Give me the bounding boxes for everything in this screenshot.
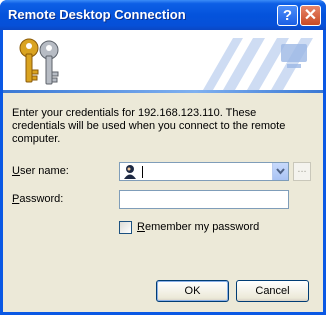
browse-accounts-button[interactable]: ...	[293, 162, 311, 181]
prompt-line-1: Enter your credentials for 192.168.123.1…	[12, 107, 257, 119]
banner-logo-watermark	[203, 38, 313, 90]
remember-password-checkbox[interactable]	[119, 221, 132, 234]
window-title: Remote Desktop Connection	[8, 7, 186, 22]
username-label-accesskey: U	[12, 165, 20, 177]
ok-button[interactable]: OK	[156, 280, 229, 302]
remember-password-label[interactable]: Remember my password	[137, 221, 259, 233]
dialog-body: Enter your credentials for 192.168.123.1…	[3, 30, 323, 312]
text-caret	[142, 166, 143, 178]
close-button[interactable]: ✕	[300, 5, 321, 26]
chevron-down-icon	[276, 168, 285, 175]
username-dropdown-button[interactable]	[272, 163, 288, 180]
help-button[interactable]: ?	[277, 5, 298, 26]
prompt-line-2: credentials will be used when you connec…	[12, 120, 286, 132]
username-label-text: ser name:	[19, 165, 69, 177]
password-field[interactable]	[119, 190, 289, 209]
user-account-icon	[124, 165, 136, 179]
password-label: Password:	[12, 193, 63, 205]
remember-label-text: emember my password	[144, 221, 260, 233]
credentials-prompt: Enter your credentials for 192.168.123.1…	[12, 107, 312, 146]
header-banner	[3, 30, 323, 90]
cancel-button[interactable]: Cancel	[236, 280, 309, 302]
username-combobox[interactable]	[119, 162, 289, 181]
prompt-line-3: computer.	[12, 133, 61, 145]
username-label: User name:	[12, 165, 69, 177]
banner-divider	[3, 90, 323, 93]
password-label-text: assword:	[19, 193, 64, 205]
rdp-credentials-dialog: Remote Desktop Connection ? ✕ Enter your…	[0, 0, 326, 315]
keys-icon	[19, 38, 59, 85]
title-bar[interactable]: Remote Desktop Connection ? ✕	[0, 0, 326, 30]
remember-label-accesskey: R	[137, 221, 145, 233]
